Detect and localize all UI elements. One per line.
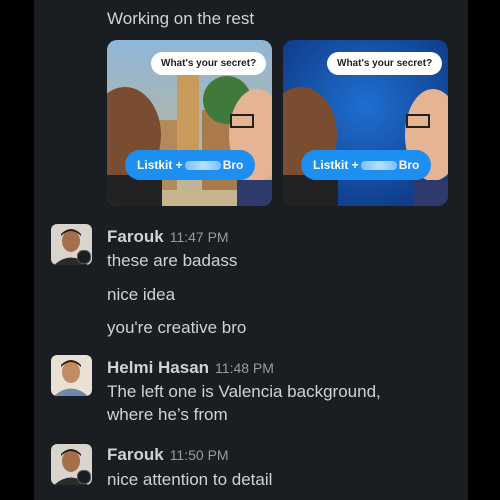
- message-text: these are badass: [107, 251, 238, 270]
- message-text: nice idea: [107, 285, 176, 304]
- blurred-text: [360, 161, 397, 171]
- avatar[interactable]: [51, 355, 92, 396]
- author-name[interactable]: Helmi Hasan: [107, 358, 209, 377]
- message-author[interactable]: Helmi Hasan 11:48 PM: [107, 357, 274, 379]
- status-icon: [77, 250, 91, 264]
- avatar[interactable]: [51, 224, 92, 265]
- avatar[interactable]: [51, 444, 92, 485]
- message-author[interactable]: Farouk 11:47 PM: [107, 226, 229, 248]
- message-text: The left one is Valencia background,: [107, 382, 381, 401]
- pill-text-right: Bro: [398, 158, 420, 172]
- message-text: you're creative bro: [107, 318, 247, 337]
- author-name[interactable]: Farouk: [107, 227, 164, 246]
- pill-text-left: Listkit +: [313, 158, 359, 172]
- timestamp[interactable]: 11:47 PM: [170, 229, 229, 245]
- message-author[interactable]: Farouk 11:50 PM: [107, 444, 229, 466]
- message-text: where he’s from: [107, 405, 228, 424]
- thumbnail-image-2[interactable]: What's your secret? Listkit + Bro: [283, 40, 448, 206]
- speech-bubble: What's your secret?: [151, 52, 267, 75]
- blurred-text: [184, 161, 221, 171]
- timestamp[interactable]: 11:48 PM: [215, 360, 274, 376]
- pill-text-right: Bro: [222, 158, 244, 172]
- avatar-image: [51, 355, 92, 396]
- pill-text-left: Listkit +: [137, 158, 183, 172]
- message-text: Working on the rest: [107, 9, 255, 28]
- author-name[interactable]: Farouk: [107, 445, 164, 464]
- title-pill: Listkit + Bro: [301, 150, 432, 180]
- message-text: nice attention to detail: [107, 470, 273, 489]
- message-panel: Working on the rest What's your secret? …: [34, 0, 468, 500]
- speech-bubble: What's your secret?: [327, 52, 443, 75]
- thumbnail-image-1[interactable]: What's your secret? Listkit + Bro: [107, 40, 272, 206]
- timestamp[interactable]: 11:50 PM: [170, 447, 229, 463]
- title-pill: Listkit + Bro: [125, 150, 256, 180]
- status-icon: [77, 470, 91, 484]
